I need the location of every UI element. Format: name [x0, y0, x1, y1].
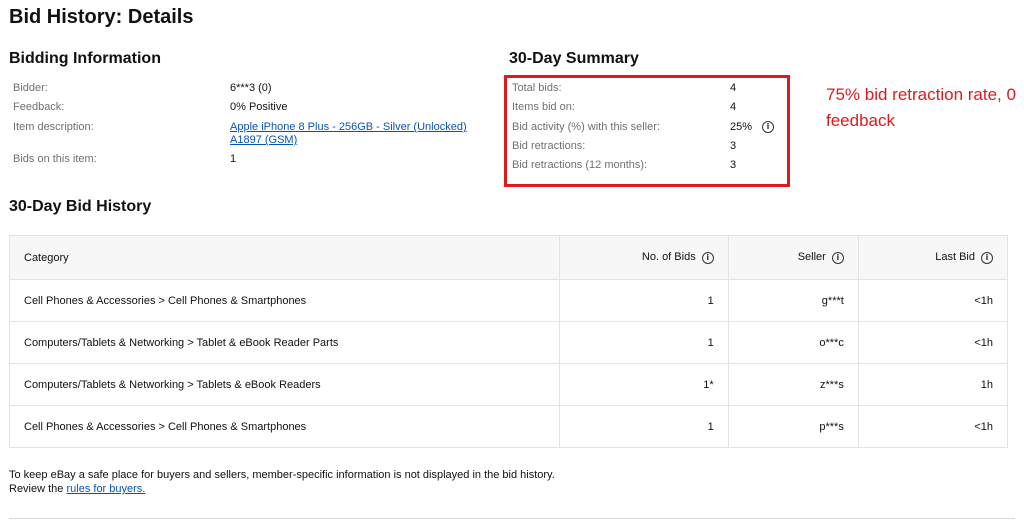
- row-last-bid: <1h: [857, 321, 1009, 364]
- table-row: Cell Phones & Accessories > Cell Phones …: [9, 405, 1009, 448]
- row-seller: g***t: [727, 279, 859, 322]
- summary-highlight-box: [504, 75, 790, 187]
- row-bids: 1*: [558, 363, 729, 406]
- row-last-bid: <1h: [857, 405, 1009, 448]
- item-description-link[interactable]: Apple iPhone 8 Plus - 256GB - Silver (Un…: [230, 121, 467, 147]
- row-seller: z***s: [727, 363, 859, 406]
- col-seller-label: Seller: [797, 251, 826, 264]
- row-bids: 1: [558, 279, 729, 322]
- row-category: Computers/Tablets & Networking > Tablets…: [9, 363, 560, 406]
- rules-for-buyers-link[interactable]: rules for buyers.: [66, 483, 145, 495]
- footer-note: To keep eBay a safe place for buyers and…: [9, 468, 569, 496]
- table-header-row: Category No. of Bids i Seller i Last Bid i: [9, 235, 1009, 280]
- item-description-line2[interactable]: A1897 (GSM): [230, 134, 297, 146]
- col-category-label: Category: [24, 251, 69, 264]
- bidder-value: 6***3 (0): [230, 82, 272, 94]
- row-bids: 1: [558, 405, 729, 448]
- feedback-value: 0% Positive: [230, 101, 288, 113]
- bid-history-table: Category No. of Bids i Seller i Last Bid i …: [9, 235, 1009, 448]
- col-last-bid: Last Bid i: [857, 235, 1009, 280]
- bid-history-heading: 30-Day Bid History: [9, 198, 152, 215]
- row-last-bid: 1h: [857, 363, 1009, 406]
- item-description-line1[interactable]: Apple iPhone 8 Plus - 256GB - Silver (Un…: [230, 121, 467, 133]
- info-circle-icon[interactable]: i: [701, 251, 714, 264]
- row-category: Cell Phones & Accessories > Cell Phones …: [9, 279, 560, 322]
- col-bids: No. of Bids i: [558, 235, 729, 280]
- info-circle-icon[interactable]: i: [831, 251, 844, 264]
- row-seller: p***s: [727, 405, 859, 448]
- row-category: Cell Phones & Accessories > Cell Phones …: [9, 405, 560, 448]
- item-description-label: Item description:: [13, 121, 94, 133]
- col-category: Category: [9, 235, 560, 280]
- info-circle-icon[interactable]: i: [981, 251, 993, 264]
- col-last-bid-label: Last Bid: [935, 251, 975, 264]
- bidder-label: Bidder:: [13, 82, 48, 94]
- row-last-bid: <1h: [857, 279, 1009, 322]
- table-row: Computers/Tablets & Networking > Tablets…: [9, 363, 1009, 406]
- col-bids-label: No. of Bids: [641, 251, 696, 264]
- page-title: Bid History: Details: [9, 6, 194, 28]
- bids-on-item-value: 1: [230, 153, 237, 165]
- summary-heading: 30-Day Summary: [509, 50, 639, 67]
- annotation-text: 75% bid retraction rate, 0 feedback: [826, 85, 1016, 130]
- bidding-info-heading: Bidding Information: [9, 50, 161, 67]
- row-bids: 1: [558, 321, 729, 364]
- bottom-divider: [9, 518, 1015, 519]
- col-seller: Seller i: [727, 235, 859, 280]
- table-row: Cell Phones & Accessories > Cell Phones …: [9, 279, 1009, 322]
- table-row: Computers/Tablets & Networking > Tablet …: [9, 321, 1009, 364]
- row-seller: o***c: [727, 321, 859, 364]
- bids-on-item-label: Bids on this item:: [13, 153, 97, 165]
- row-category: Computers/Tablets & Networking > Tablet …: [9, 321, 560, 364]
- feedback-label: Feedback:: [13, 101, 65, 113]
